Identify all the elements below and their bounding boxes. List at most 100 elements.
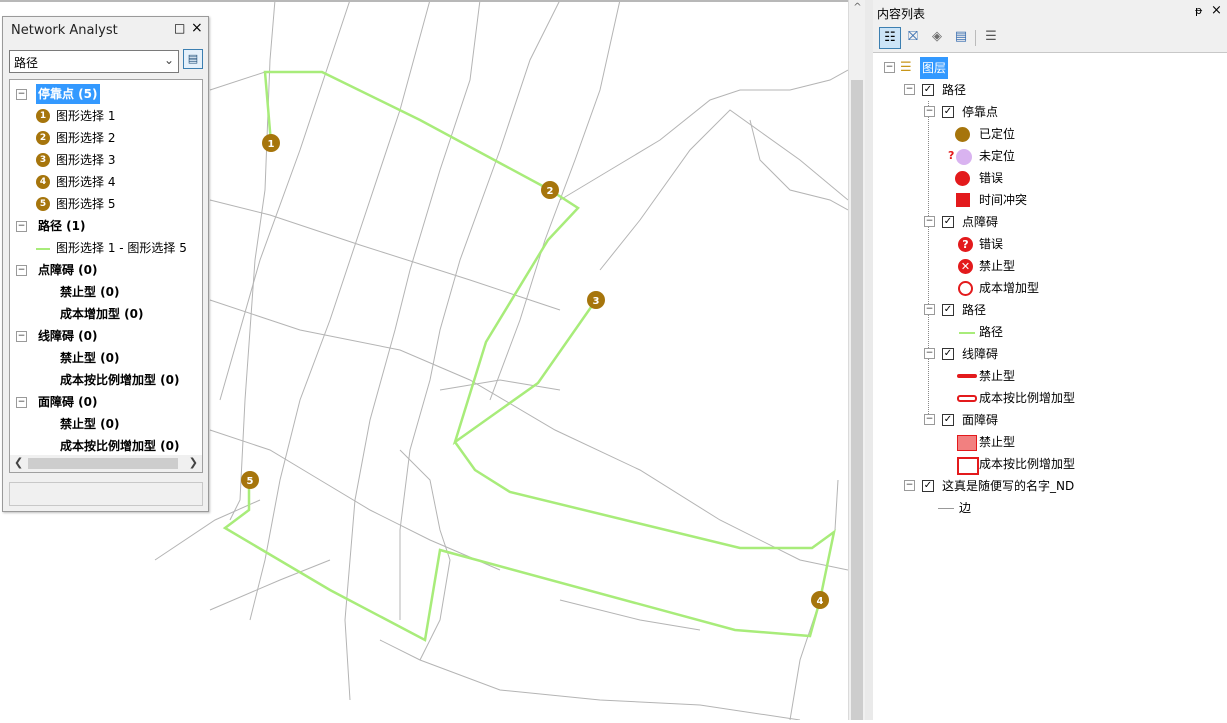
layer-properties-icon[interactable]: ▤ bbox=[183, 49, 203, 69]
visibility-checkbox[interactable]: ✓ bbox=[922, 480, 934, 492]
collapse-icon[interactable]: − bbox=[924, 106, 935, 117]
layer-label: 停靠点 bbox=[962, 105, 999, 119]
collapse-icon[interactable]: − bbox=[16, 331, 27, 342]
splitter[interactable] bbox=[865, 0, 873, 720]
map-stop-3[interactable]: 3 bbox=[587, 291, 605, 309]
layer-label: 路径 bbox=[942, 83, 967, 97]
map-stop-4[interactable]: 4 bbox=[811, 591, 829, 609]
time-violation-symbol-icon bbox=[956, 193, 970, 207]
legend-label: 未定位 bbox=[979, 149, 1016, 163]
stop-label: 图形选择 5 bbox=[56, 197, 116, 211]
collapse-icon[interactable]: − bbox=[924, 414, 935, 425]
layer-label: 路径 bbox=[962, 303, 987, 317]
legend-label: 错误 bbox=[979, 171, 1004, 185]
list-by-visibility-icon[interactable]: ◈ bbox=[927, 27, 947, 47]
scrollbar-thumb[interactable] bbox=[851, 80, 863, 720]
collapse-icon[interactable]: − bbox=[924, 216, 935, 227]
collapse-icon[interactable]: − bbox=[924, 304, 935, 315]
analysis-layer-select[interactable]: 路径 ⌄ bbox=[9, 50, 179, 73]
street bbox=[749, 119, 849, 211]
visibility-checkbox[interactable]: ✓ bbox=[942, 414, 954, 426]
restriction-line-icon bbox=[957, 374, 977, 378]
barrier-subitem[interactable]: 禁止型 (0) bbox=[60, 282, 120, 302]
restriction-x-icon: ✕ bbox=[958, 259, 973, 274]
map-stops: 1 2 3 4 5 bbox=[241, 134, 829, 609]
map-stop-label: 3 bbox=[593, 296, 600, 307]
barrier-subitem[interactable]: 禁止型 (0) bbox=[60, 348, 120, 368]
collapse-icon[interactable]: − bbox=[904, 84, 915, 95]
question-mark-icon: ? bbox=[948, 149, 955, 162]
panel-title: 内容列表 bbox=[877, 7, 926, 21]
toc-toolbar: ☷ ⛝ ◈ ▤ ☰ bbox=[877, 26, 1223, 50]
restore-icon[interactable]: □ bbox=[174, 21, 185, 35]
legend-label: 禁止型 bbox=[979, 435, 1016, 449]
collapse-icon[interactable]: − bbox=[884, 62, 895, 73]
stop-marker-icon: 5 bbox=[36, 197, 50, 211]
scroll-up-icon[interactable]: ^ bbox=[849, 2, 866, 13]
list-by-selection-icon[interactable]: ▤ bbox=[951, 27, 971, 47]
street-network bbox=[154, 0, 849, 721]
map-stop-1[interactable]: 1 bbox=[262, 134, 280, 152]
unlocated-symbol-icon bbox=[956, 149, 972, 165]
tree-horizontal-scrollbar[interactable]: ❮ ❯ bbox=[9, 455, 203, 473]
list-by-drawing-order-icon[interactable]: ☷ bbox=[879, 27, 901, 49]
barrier-subitem[interactable]: 禁止型 (0) bbox=[60, 414, 120, 434]
street bbox=[219, 0, 351, 401]
barrier-subitem[interactable]: 成本按比例增加型 (0) bbox=[60, 370, 180, 390]
route-label: 图形选择 1 - 图形选择 5 bbox=[56, 241, 187, 255]
collapse-icon[interactable]: − bbox=[16, 397, 27, 408]
stop-label: 图形选择 2 bbox=[56, 131, 116, 145]
group-label: 点障碍 (0) bbox=[38, 263, 98, 277]
collapse-icon[interactable]: − bbox=[16, 265, 27, 276]
stop-marker-icon: 4 bbox=[36, 175, 50, 189]
visibility-checkbox[interactable]: ✓ bbox=[942, 304, 954, 316]
network-analyst-tree: − 停靠点 (5) 1 图形选择 1 2 图形选择 2 3 图形选择 3 4 图… bbox=[9, 79, 203, 457]
added-cost-ring-icon bbox=[958, 281, 973, 296]
pin-icon[interactable]: ᵽ bbox=[1195, 4, 1202, 17]
group-label: 面障碍 (0) bbox=[38, 395, 98, 409]
scaled-cost-line-icon bbox=[957, 395, 977, 402]
legend-label: 已定位 bbox=[979, 127, 1016, 141]
visibility-checkbox[interactable]: ✓ bbox=[942, 106, 954, 118]
located-symbol-icon bbox=[955, 127, 970, 142]
street bbox=[344, 0, 481, 701]
close-icon[interactable]: × bbox=[191, 20, 203, 36]
collapse-icon[interactable]: − bbox=[904, 480, 915, 491]
stop-marker-icon: 1 bbox=[36, 109, 50, 123]
map-stop-2[interactable]: 2 bbox=[541, 181, 559, 199]
options-icon[interactable]: ☰ bbox=[981, 27, 1001, 47]
close-icon[interactable]: × bbox=[1211, 3, 1222, 18]
scroll-right-icon[interactable]: ❯ bbox=[189, 456, 198, 469]
street bbox=[559, 69, 849, 201]
collapse-icon[interactable]: − bbox=[924, 348, 935, 359]
street bbox=[209, 299, 849, 571]
map-vertical-scrollbar[interactable]: ^ bbox=[848, 0, 866, 720]
visibility-checkbox[interactable]: ✓ bbox=[942, 348, 954, 360]
map-stop-label: 4 bbox=[817, 596, 824, 607]
barrier-subitem[interactable]: 成本增加型 (0) bbox=[60, 304, 144, 324]
legend-label: 错误 bbox=[979, 237, 1004, 251]
selected-layer: 路径 bbox=[14, 56, 39, 70]
scroll-left-icon[interactable]: ❮ bbox=[14, 456, 23, 469]
map-stop-5[interactable]: 5 bbox=[241, 471, 259, 489]
map-stop-label: 1 bbox=[268, 139, 275, 150]
street bbox=[399, 0, 561, 620]
scrollbar-thumb[interactable] bbox=[28, 458, 178, 469]
restriction-polygon-icon bbox=[957, 435, 977, 451]
collapse-icon[interactable]: − bbox=[16, 89, 27, 100]
error-symbol-icon bbox=[955, 171, 970, 186]
legend-label: 成本增加型 bbox=[979, 281, 1040, 295]
collapse-icon[interactable]: − bbox=[16, 221, 27, 232]
barrier-subitem[interactable]: 成本按比例增加型 (0) bbox=[60, 436, 180, 456]
tree-connector bbox=[928, 101, 929, 422]
visibility-checkbox[interactable]: ✓ bbox=[922, 84, 934, 96]
visibility-checkbox[interactable]: ✓ bbox=[942, 216, 954, 228]
list-by-source-icon[interactable]: ⛝ bbox=[903, 27, 923, 47]
group-label: 停靠点 (5) bbox=[36, 84, 100, 104]
street bbox=[489, 0, 621, 401]
legend-label: 路径 bbox=[979, 325, 1004, 339]
layer-label: 线障碍 bbox=[962, 347, 999, 361]
stop-label: 图形选择 1 bbox=[56, 109, 116, 123]
legend-label: 禁止型 bbox=[979, 369, 1016, 383]
legend-label: 时间冲突 bbox=[979, 193, 1028, 207]
